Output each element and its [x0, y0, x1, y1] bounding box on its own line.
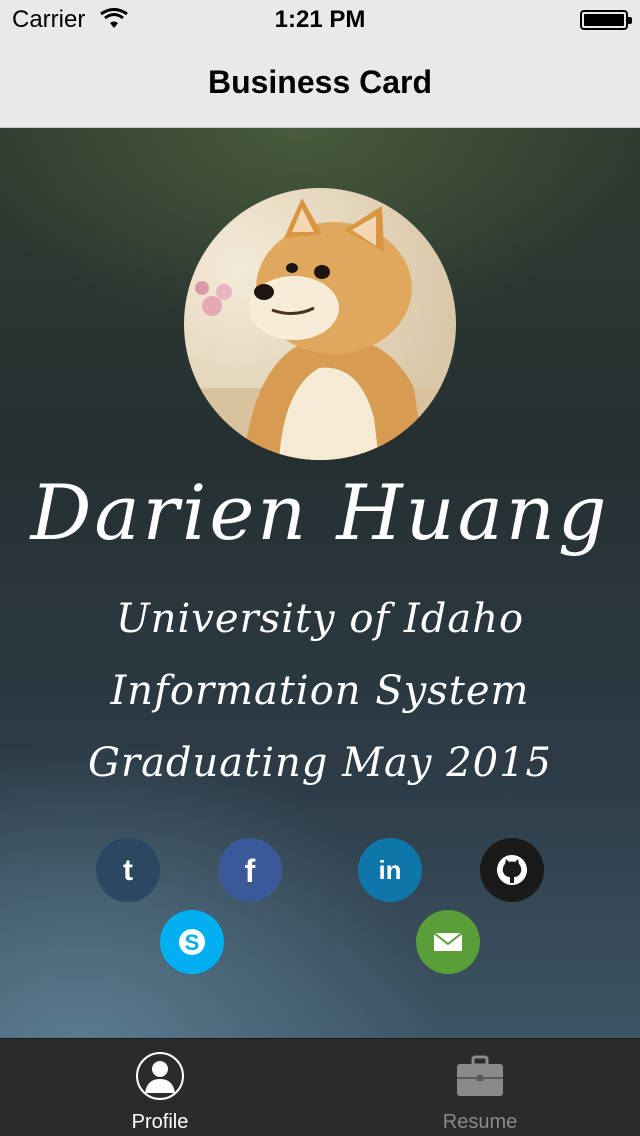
- tab-bar: Profile Resume: [0, 1038, 640, 1136]
- svg-text:S: S: [185, 930, 200, 955]
- profile-card: Darien Huang University of Idaho Informa…: [0, 128, 640, 1038]
- top-bar: Carrier 1:21 PM Business Card: [0, 0, 640, 128]
- email-icon[interactable]: [416, 910, 480, 974]
- profile-major: Information System: [110, 668, 530, 714]
- github-icon[interactable]: [480, 838, 544, 902]
- facebook-icon[interactable]: f: [218, 838, 282, 902]
- avatar: [184, 188, 456, 460]
- battery-icon: [580, 10, 632, 30]
- status-bar: Carrier 1:21 PM: [0, 0, 640, 40]
- svg-text:in: in: [378, 855, 401, 885]
- profile-name: Darien Huang: [30, 468, 610, 557]
- tab-profile-label: Profile: [131, 1111, 189, 1133]
- briefcase-icon: [455, 1051, 505, 1101]
- skype-icon[interactable]: S: [160, 910, 224, 974]
- nav-title: Business Card: [207, 64, 433, 100]
- status-time: 1:21 PM: [274, 6, 366, 33]
- svg-text:f: f: [245, 853, 256, 888]
- tab-resume[interactable]: Resume: [320, 1039, 640, 1136]
- person-icon: [135, 1051, 185, 1101]
- svg-text:t: t: [123, 854, 133, 887]
- profile-school: University of Idaho: [115, 596, 525, 642]
- tab-resume-label: Resume: [442, 1111, 518, 1133]
- linkedin-icon[interactable]: in: [358, 838, 422, 902]
- profile-graduation: Graduating May 2015: [88, 740, 552, 786]
- tumblr-icon[interactable]: t: [96, 838, 160, 902]
- tab-profile[interactable]: Profile: [0, 1039, 320, 1136]
